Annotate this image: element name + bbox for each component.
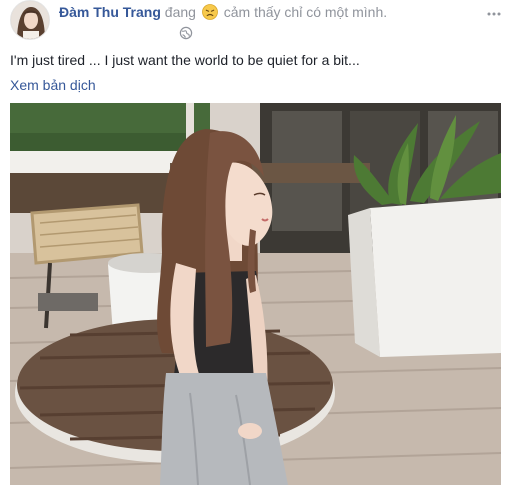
feeling-text: cảm thấy chỉ có một mình. bbox=[223, 4, 388, 20]
author-name[interactable]: Đàm Thu Trang bbox=[59, 4, 161, 20]
sad-face-icon bbox=[201, 4, 218, 24]
avatar-photo bbox=[11, 1, 49, 39]
photo-illustration bbox=[10, 103, 501, 485]
post-photo[interactable] bbox=[10, 103, 501, 485]
post-header: Đàm Thu Trang đang cảm thấy chỉ có một m… bbox=[10, 0, 501, 44]
more-options-icon[interactable] bbox=[487, 5, 501, 16]
status-prefix: đang bbox=[164, 4, 196, 20]
facebook-post: Đàm Thu Trang đang cảm thấy chỉ có một m… bbox=[0, 0, 511, 485]
see-translation-link[interactable]: Xem bản dịch bbox=[10, 76, 96, 94]
post-meta: Đàm Thu Trang đang cảm thấy chỉ có một m… bbox=[59, 3, 479, 24]
globe-icon[interactable] bbox=[179, 26, 193, 40]
post-message: I'm just tired ... I just want the world… bbox=[10, 52, 360, 68]
avatar[interactable] bbox=[10, 0, 50, 40]
